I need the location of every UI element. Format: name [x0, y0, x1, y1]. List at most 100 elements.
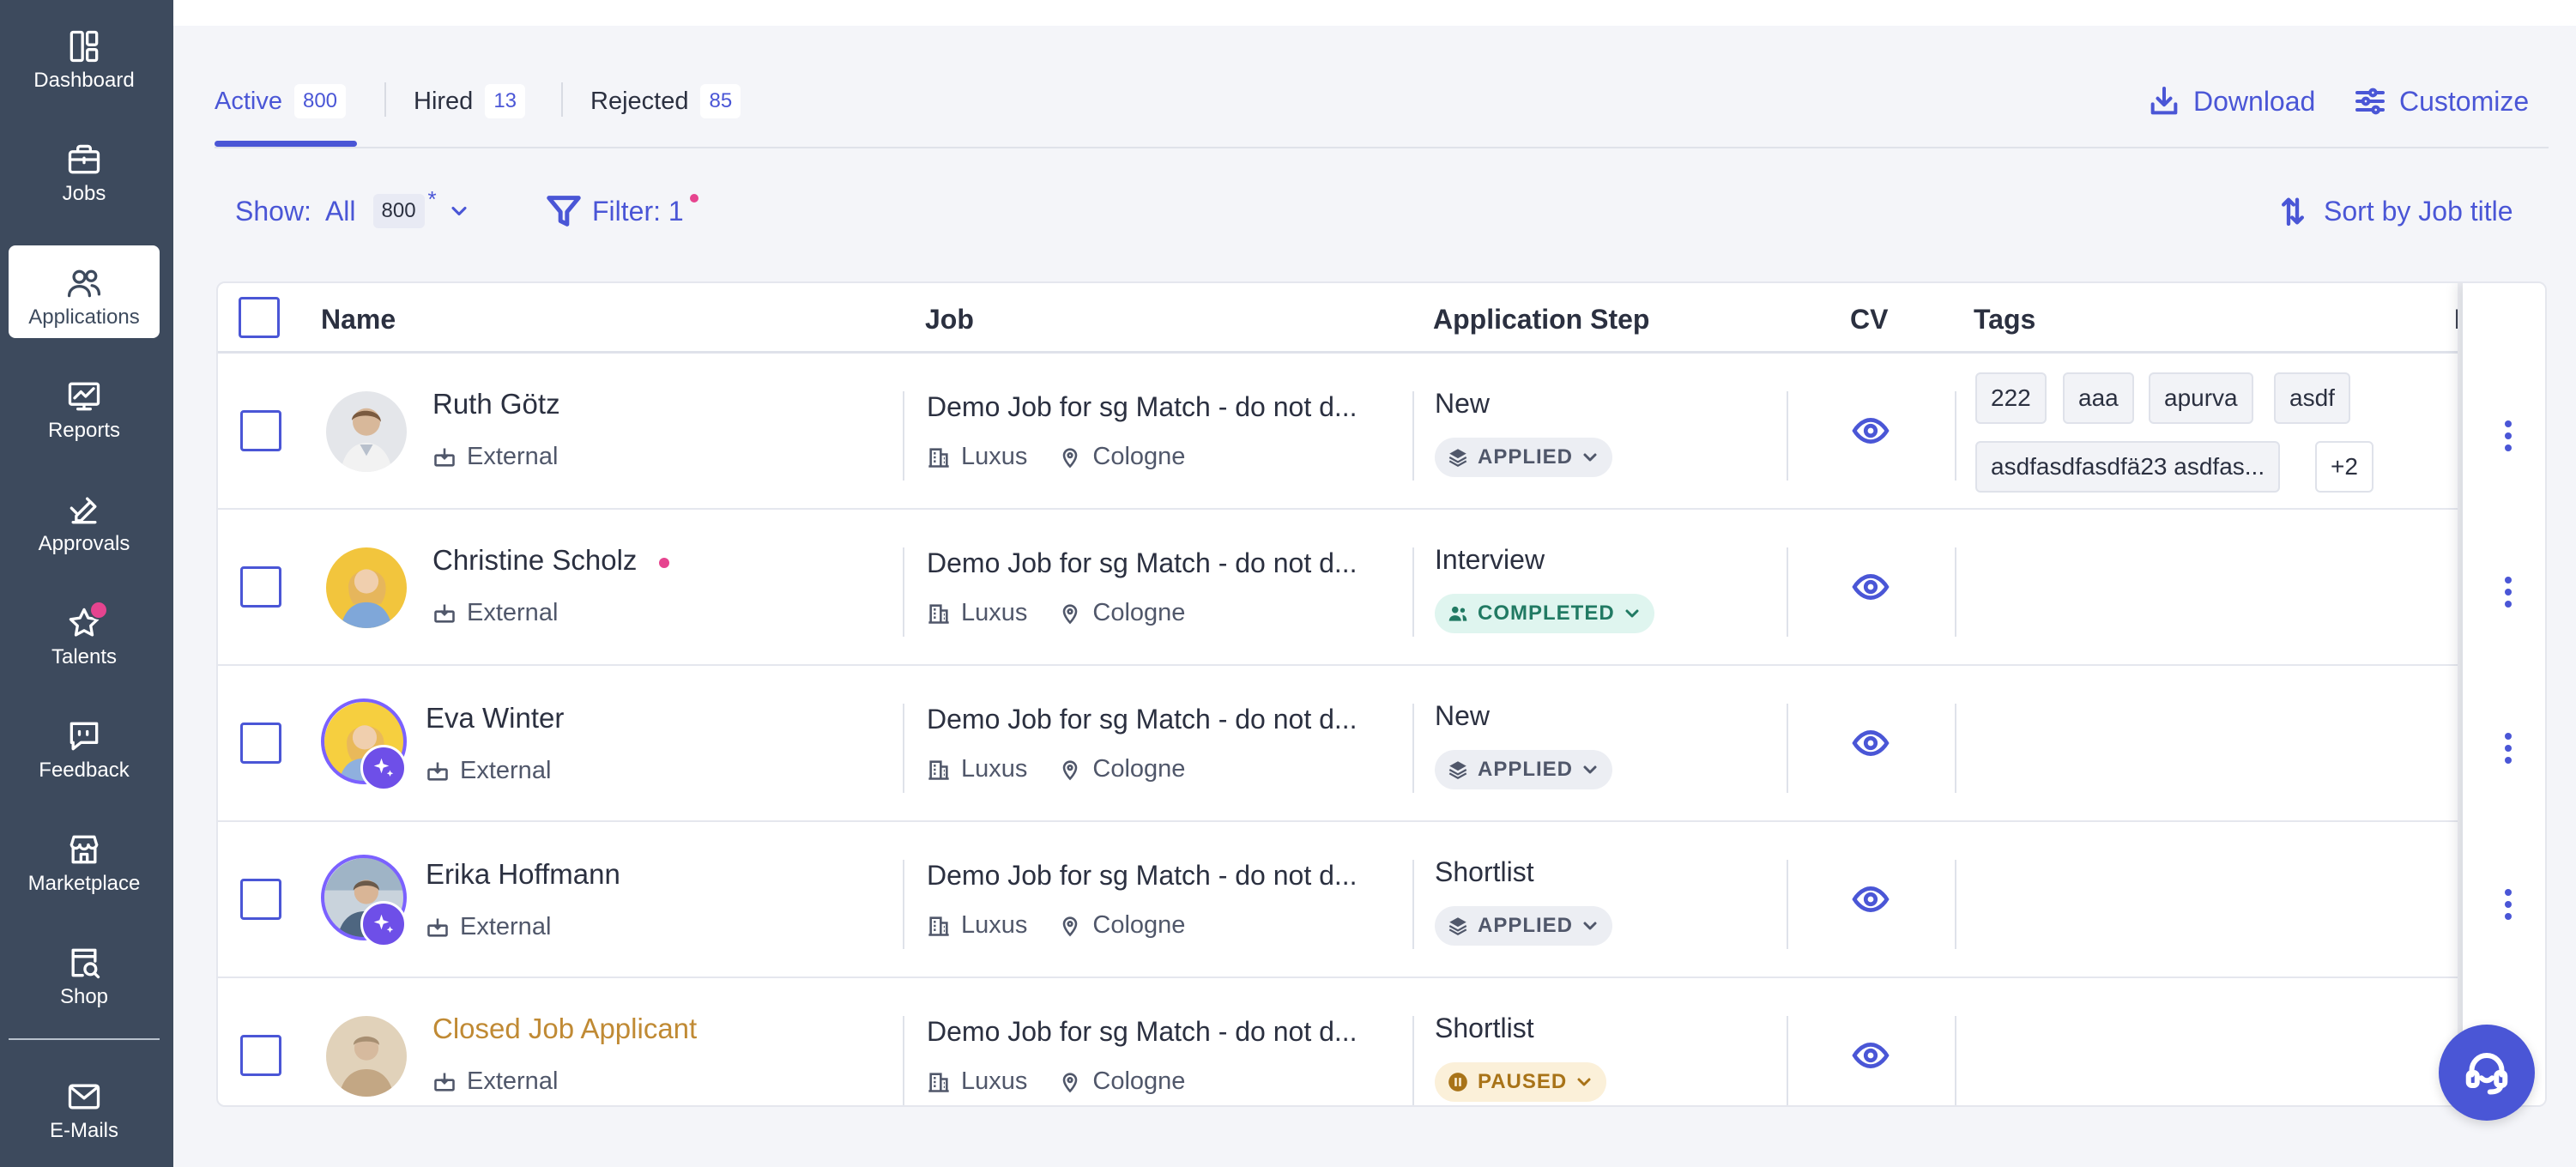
sidebar: Dashboard Jobs Applications Reports Appr… [0, 0, 173, 1167]
job-title[interactable]: Demo Job for sg Match - do not d... [927, 860, 1358, 892]
sidebar-item-shop[interactable]: Shop [9, 925, 160, 1018]
column-separator [1412, 547, 1414, 637]
sidebar-item-talents[interactable]: Talents [9, 585, 160, 678]
table-row[interactable]: Ruth Götz External Demo Job for sg Match… [218, 354, 2545, 510]
show-value: All [324, 195, 356, 227]
tag[interactable]: aaa [2063, 372, 2134, 424]
column-header-cv[interactable]: CV [1850, 304, 1888, 336]
sliders-icon [2355, 88, 2385, 115]
sidebar-item-applications[interactable]: Applications [9, 245, 160, 338]
sidebar-item-marketplace[interactable]: Marketplace [9, 812, 160, 904]
column-separator [1412, 391, 1414, 481]
column-header-tags[interactable]: Tags [1974, 304, 2035, 336]
avatar [326, 547, 407, 628]
candidate-name[interactable]: Erika Hoffmann [426, 858, 620, 891]
column-separator [1412, 1016, 1414, 1105]
sidebar-item-reports[interactable]: Reports [9, 359, 160, 451]
sidebar-divider [9, 1038, 160, 1040]
tag[interactable]: asdf [2274, 372, 2350, 424]
customize-label: Customize [2399, 85, 2530, 117]
status-badge[interactable]: COMPLETED [1435, 594, 1654, 633]
sidebar-item-dashboard[interactable]: Dashboard [9, 9, 160, 101]
table-row[interactable]: Closed Job Applicant External Demo Job f… [218, 978, 2545, 1105]
status-label: APPLIED [1478, 758, 1574, 781]
candidate-name[interactable]: Christine Scholz [432, 544, 637, 577]
status-dot [659, 558, 669, 568]
select-all-checkbox[interactable] [239, 297, 280, 338]
view-cv-button[interactable] [1852, 884, 1890, 915]
job-title[interactable]: Demo Job for sg Match - do not d... [927, 391, 1358, 423]
column-header-job[interactable]: Job [925, 304, 974, 336]
layers-icon [1448, 917, 1467, 935]
tab-active[interactable]: Active 800 [215, 76, 347, 127]
more-options-icon[interactable] [2504, 733, 2513, 764]
job-title[interactable]: Demo Job for sg Match - do not d... [927, 547, 1358, 579]
download-button[interactable]: Download [2147, 82, 2315, 120]
row-checkbox[interactable] [240, 1035, 281, 1076]
chevron-down-icon [1583, 453, 1597, 462]
customize-button[interactable]: Customize [2353, 82, 2529, 120]
sort-button[interactable]: Sort by Job title [2276, 189, 2513, 233]
view-cv-button[interactable] [1852, 728, 1890, 759]
city-name: Cologne [1092, 755, 1186, 783]
tag[interactable]: 222 [1975, 372, 2047, 424]
sidebar-item-emails[interactable]: E-Mails [9, 1059, 160, 1152]
column-header-name[interactable]: Name [321, 304, 396, 336]
table-row[interactable]: Erika Hoffmann External Demo Job for sg … [218, 822, 2545, 978]
column-header-step[interactable]: Application Step [1433, 304, 1649, 336]
building-icon [928, 1072, 949, 1092]
column-separator [903, 704, 904, 793]
application-step: New [1435, 388, 1491, 419]
candidate-source: External [426, 757, 551, 785]
view-cv-button[interactable] [1852, 571, 1890, 602]
tag[interactable]: apurva [2149, 372, 2253, 424]
sidebar-item-feedback[interactable]: Feedback [9, 698, 160, 791]
row-checkbox[interactable] [240, 723, 281, 764]
tab-label: Rejected [590, 87, 689, 115]
tab-rejected[interactable]: Rejected 85 [590, 76, 741, 127]
candidate-name[interactable]: Closed Job Applicant [432, 1013, 697, 1045]
sidebar-item-label: Applications [28, 305, 140, 329]
support-chat-button[interactable] [2439, 1025, 2535, 1121]
shop-search-icon [9, 942, 160, 983]
tag[interactable]: asdfasdfasdfä23 asdfas... [1975, 441, 2281, 493]
candidate-name[interactable]: Eva Winter [426, 702, 564, 735]
job-meta: Luxus Cologne [927, 911, 1185, 940]
avatar [326, 1016, 407, 1097]
job-title[interactable]: Demo Job for sg Match - do not d... [927, 1016, 1358, 1048]
view-cv-button[interactable] [1852, 1040, 1890, 1071]
row-checkbox[interactable] [240, 879, 281, 920]
status-badge[interactable]: APPLIED [1435, 438, 1613, 477]
layers-icon [1448, 761, 1467, 779]
status-badge[interactable]: APPLIED [1435, 906, 1613, 946]
show-selector[interactable]: Show: All 800 * [235, 186, 471, 233]
sidebar-item-approvals[interactable]: Approvals [9, 472, 160, 565]
more-options-icon[interactable] [2504, 889, 2513, 920]
row-checkbox[interactable] [240, 566, 281, 608]
eye-icon [1852, 574, 1890, 600]
status-badge[interactable]: APPLIED [1435, 750, 1613, 789]
source-label: External [467, 443, 559, 470]
dashboard-icon [9, 26, 160, 67]
external-source-icon [434, 448, 455, 467]
more-options-icon[interactable] [2504, 420, 2513, 451]
job-title[interactable]: Demo Job for sg Match - do not d... [927, 704, 1358, 735]
more-options-icon[interactable] [2504, 577, 2513, 608]
source-label: External [467, 599, 559, 626]
candidate-name[interactable]: Ruth Götz [432, 388, 560, 420]
table-row[interactable]: Christine Scholz External Demo Job for s… [218, 510, 2545, 666]
more-tags-button[interactable]: +2 [2315, 441, 2373, 493]
status-badge[interactable]: PAUSED [1435, 1062, 1607, 1102]
sidebar-item-jobs[interactable]: Jobs [9, 122, 160, 215]
show-count: 800 [372, 194, 425, 228]
view-cv-button[interactable] [1852, 415, 1890, 446]
filter-button[interactable]: Filter: 1 [544, 189, 698, 233]
application-step: Interview [1435, 544, 1545, 575]
users-icon [9, 263, 160, 304]
tab-hired[interactable]: Hired 13 [414, 76, 526, 127]
table-row[interactable]: Eva Winter External Demo Job for sg Matc… [218, 666, 2545, 822]
sidebar-item-label: Shop [59, 985, 109, 1008]
location-pin-icon [1063, 759, 1078, 780]
row-checkbox[interactable] [240, 410, 281, 451]
sidebar-item-label: Reports [47, 419, 121, 442]
